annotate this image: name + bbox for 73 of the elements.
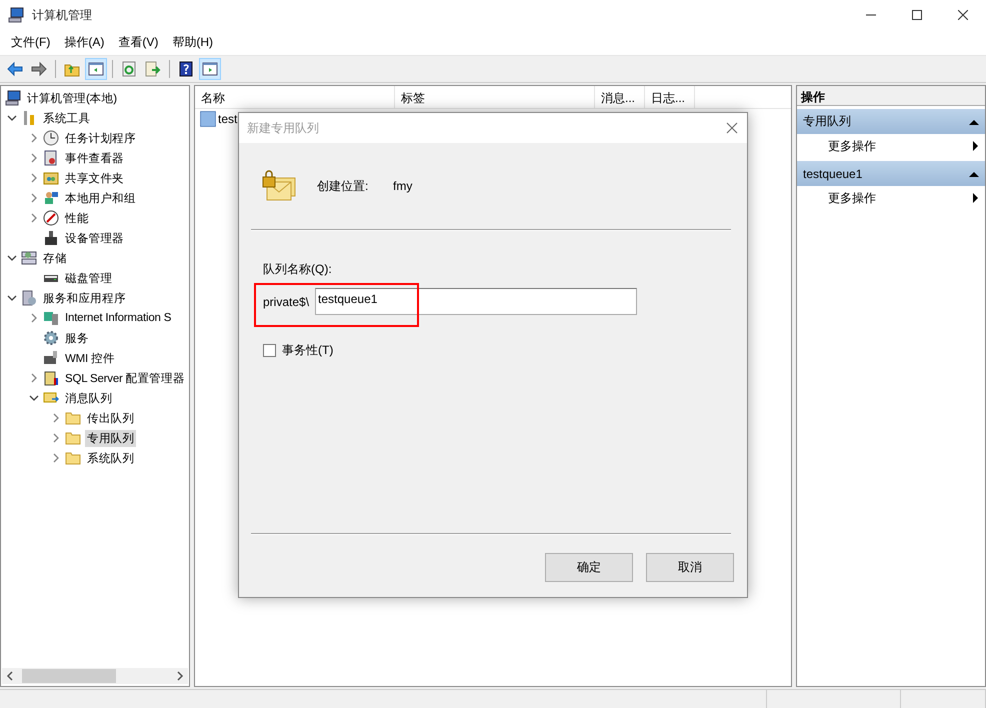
queue-name-field[interactable]: testqueue1 (315, 288, 638, 315)
tree-item[interactable]: 任务计划程序 (63, 130, 138, 146)
tree-item[interactable]: 存储 (41, 250, 69, 266)
gear-icon (43, 330, 59, 346)
column-header[interactable]: 名称 (195, 86, 395, 108)
tree-item[interactable]: 传出队列 (85, 410, 136, 426)
cancel-button[interactable]: 取消 (646, 553, 734, 582)
tools-icon (21, 110, 37, 126)
tree-item[interactable]: 设备管理器 (63, 230, 126, 246)
submenu-arrow-icon (973, 193, 979, 203)
list-item[interactable]: test (218, 112, 238, 126)
event-icon (43, 150, 59, 166)
column-header[interactable]: 日志... (645, 86, 695, 108)
iis-icon (43, 310, 59, 326)
menu-item[interactable]: 操作(A) (57, 34, 112, 51)
perf-icon (43, 210, 59, 226)
tree-item[interactable]: 共享文件夹 (63, 170, 126, 186)
dialog-title: 新建专用队列 (247, 120, 319, 136)
close-icon (958, 10, 968, 20)
tree-item[interactable]: 计算机管理(本地) (25, 90, 119, 106)
wmi-icon (43, 350, 59, 366)
menu-item[interactable]: 文件(F) (4, 34, 58, 51)
clock-icon (43, 130, 59, 146)
tree-item[interactable]: 性能 (63, 210, 91, 226)
users-icon (43, 190, 59, 206)
tree-item[interactable]: 消息队列 (63, 390, 114, 406)
window-title: 计算机管理 (32, 6, 92, 24)
queue-prefix: private$\ (263, 294, 310, 308)
storage-icon (21, 250, 37, 266)
actions-header: 操作 (797, 86, 985, 106)
tree-item[interactable]: 服务和应用程序 (41, 290, 128, 306)
checkbox-label: 事务性(T) (282, 342, 334, 359)
action-link[interactable]: 更多操作 (828, 138, 876, 154)
tree-toolbar-button[interactable] (85, 58, 107, 80)
ok-button[interactable]: 确定 (545, 553, 633, 582)
sql-icon (43, 370, 59, 386)
tree-item[interactable]: WMI 控件 (63, 350, 117, 366)
maximize-icon (912, 10, 922, 20)
close-icon (726, 122, 738, 134)
submenu-arrow-icon (973, 141, 979, 151)
folder-icon (65, 450, 81, 466)
computer-icon (5, 90, 21, 106)
column-header[interactable]: 标签 (395, 86, 595, 108)
horizontal-scrollbar[interactable] (2, 668, 188, 684)
tree-item[interactable]: Internet Information S (63, 311, 174, 325)
share-icon (43, 170, 59, 186)
menu-item[interactable]: 帮助(H) (165, 34, 220, 51)
folder-icon (65, 410, 81, 426)
tree-item[interactable]: 专用队列 (85, 430, 136, 446)
collapse-triangle-icon (969, 118, 979, 124)
collapse-triangle-icon (969, 170, 979, 176)
queue-name-label: 队列名称(Q): (263, 261, 333, 278)
tree-item[interactable]: SQL Server 配置管理器 (63, 370, 187, 386)
queue-icon (200, 111, 216, 127)
tree-item[interactable]: 系统工具 (41, 110, 92, 126)
action-group-header[interactable]: testqueue1 (797, 161, 985, 186)
tree-item[interactable]: 服务 (63, 330, 91, 346)
tree-item[interactable]: 磁盘管理 (63, 270, 114, 286)
tree-item[interactable]: 本地用户和组 (63, 190, 138, 206)
computer-management-icon (8, 7, 24, 23)
tree-item[interactable]: 事件查看器 (63, 150, 126, 166)
action-group-header[interactable]: 专用队列 (797, 109, 985, 134)
apps-icon (21, 290, 37, 306)
folder-icon (65, 430, 81, 446)
actions-toolbar-button[interactable] (199, 58, 221, 80)
menu-item[interactable]: 查看(V) (111, 34, 166, 51)
location-value: fmy (393, 179, 412, 193)
action-link[interactable]: 更多操作 (828, 190, 876, 206)
tree-item[interactable]: 系统队列 (85, 450, 136, 466)
column-header[interactable]: 消息... (595, 86, 645, 108)
location-label: 创建位置: (317, 178, 370, 194)
transactional-checkbox[interactable] (263, 344, 276, 357)
device-icon (43, 230, 59, 246)
